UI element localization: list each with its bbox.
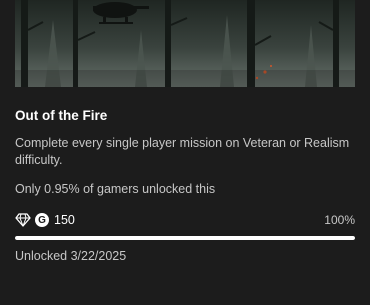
progress-bar	[15, 236, 355, 240]
achievement-description: Complete every single player mission on …	[15, 136, 350, 167]
gamerscore-icon: G	[35, 213, 49, 227]
achievement-artwork	[15, 0, 355, 87]
rarity-text: Only 0.95% of gamers unlocked this	[15, 182, 216, 196]
achievement-card: Out of the Fire Complete every single pl…	[0, 0, 370, 305]
unlocked-date: Unlocked 3/22/2025	[15, 249, 127, 263]
diamond-icon	[15, 213, 31, 227]
gamerscore-value: 150	[54, 213, 75, 227]
achievement-stats: G 150	[15, 211, 75, 229]
progress-fill	[15, 236, 355, 240]
progress-percent: 100%	[324, 213, 355, 227]
achievement-title: Out of the Fire	[15, 108, 108, 123]
